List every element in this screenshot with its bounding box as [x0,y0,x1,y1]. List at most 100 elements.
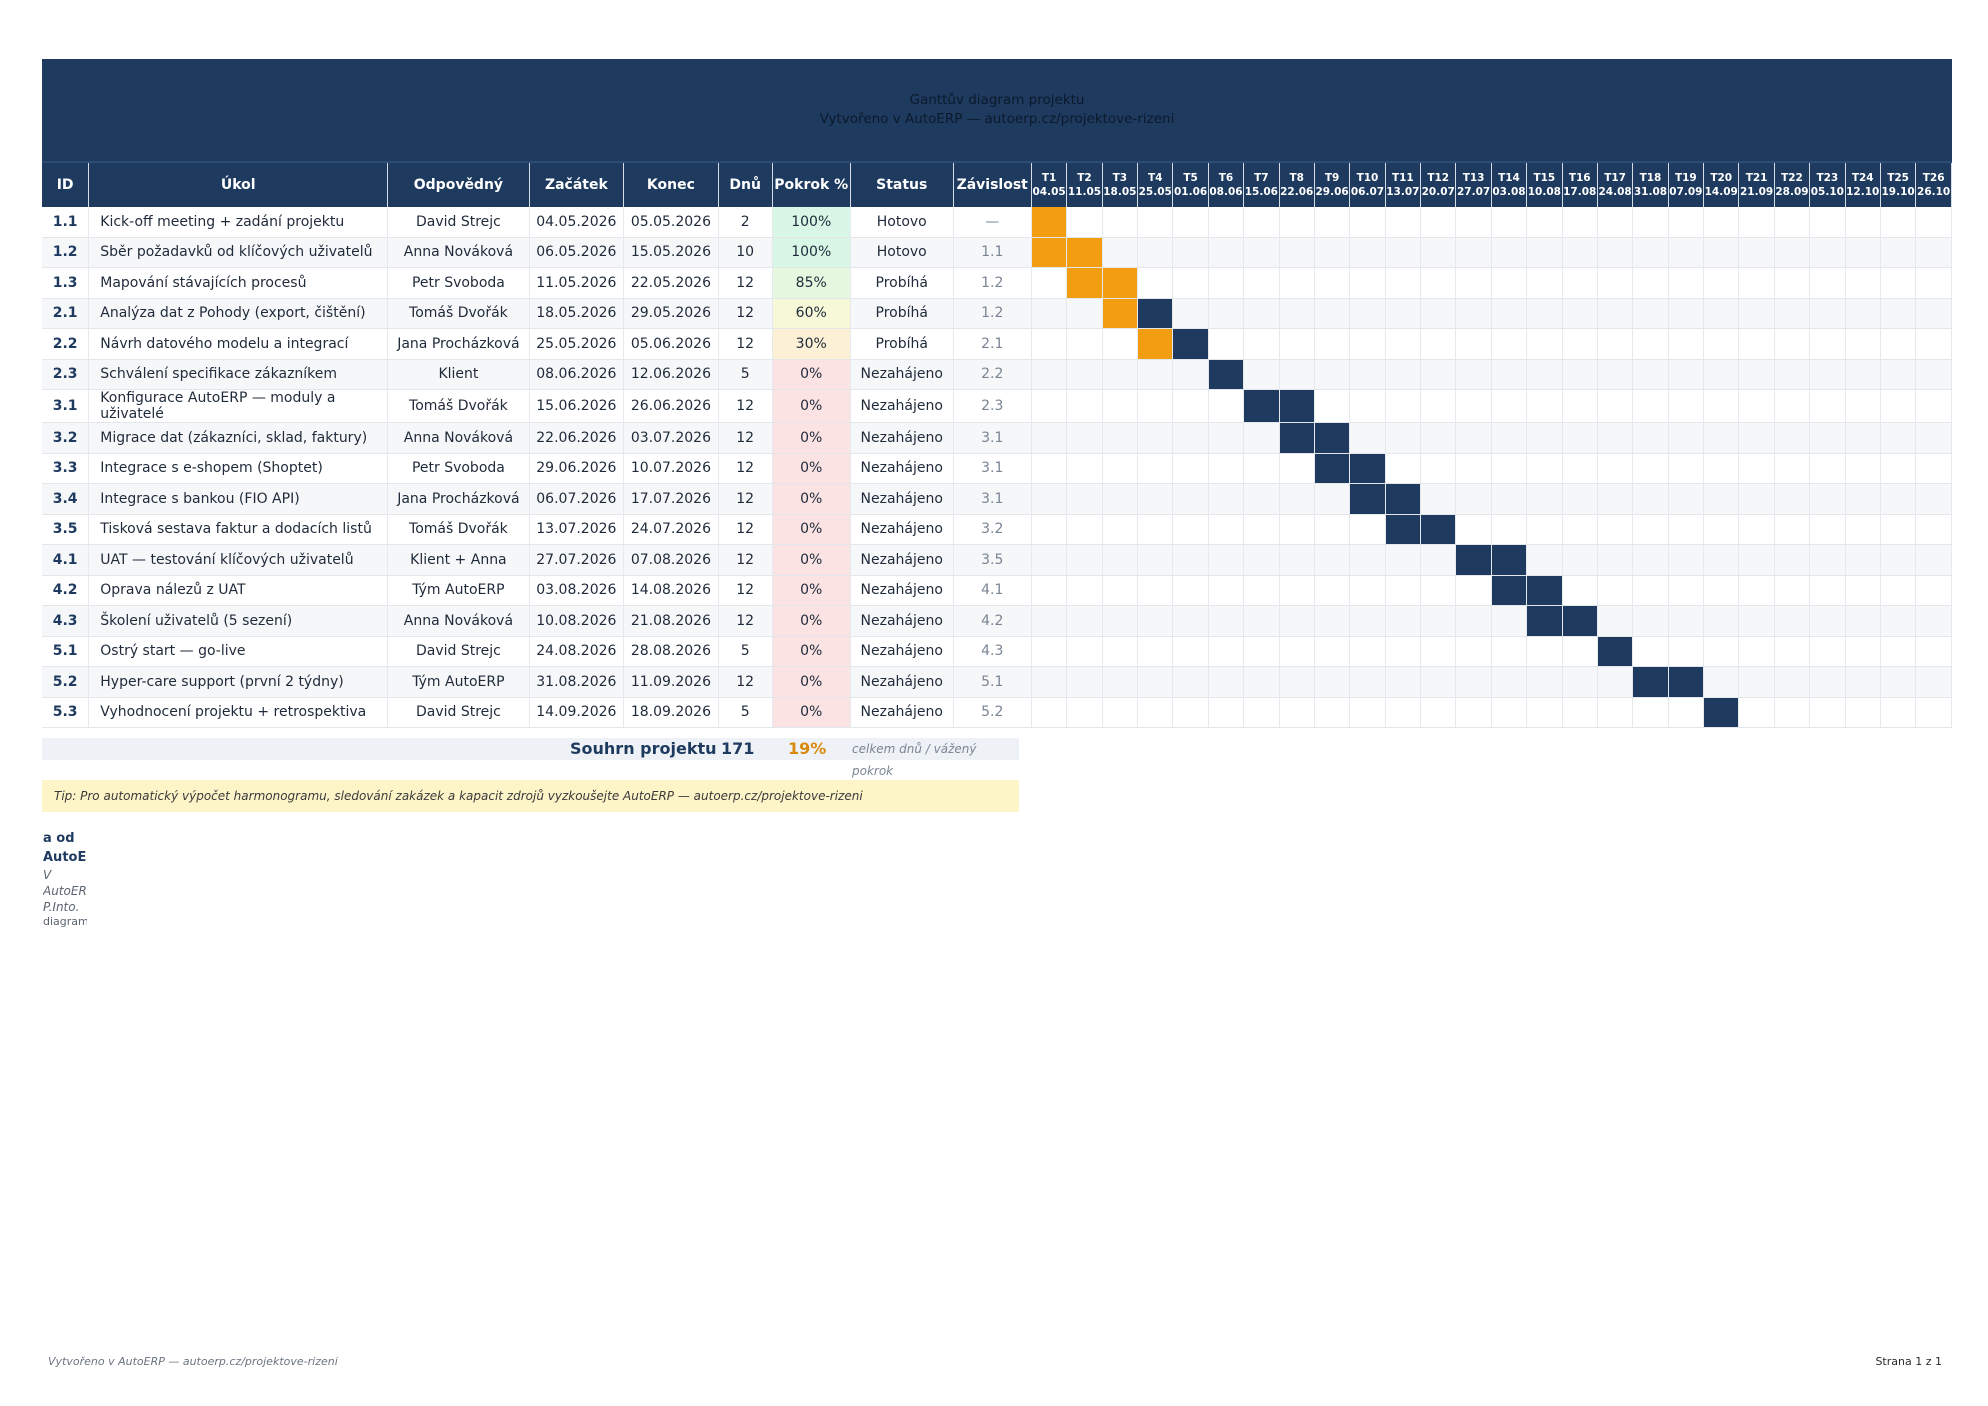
gantt-empty-cell [1562,237,1598,268]
table-row[interactable]: 1.3 Mapování stávajících procesů Petr Svob… [42,267,1952,299]
task-owner: Tomáš Dvořák [387,514,530,545]
gantt-bar-cell [1208,359,1245,390]
gantt-empty-cell [1491,389,1528,423]
gantt-empty-cell [1102,483,1139,515]
col-header-dependency[interactable]: Závislost [953,163,1032,207]
gantt-empty-cell [1703,359,1740,390]
task-name: Kick-off meeting + zadání projektu [88,207,389,238]
col-header-end[interactable]: Konec [623,163,719,207]
table-row[interactable]: 4.2 Oprava nálezů z UAT Tým AutoERP 03.08.2… [42,575,1952,606]
task-progress: 0% [772,697,851,728]
col-header-start[interactable]: Začátek [529,163,625,207]
gantt-empty-cell [1597,697,1634,728]
gantt-empty-cell [1172,666,1209,698]
table-row[interactable]: 3.3 Integrace s e-shopem (Shoptet) Petr Sv… [42,453,1952,484]
task-owner: Tým AutoERP [387,575,530,606]
gantt-empty-cell [1420,422,1457,454]
task-status: Nezahájeno [850,575,954,606]
col-header-days[interactable]: Dnů [718,163,773,207]
gantt-empty-cell [1349,666,1386,698]
week-label: T13 [1462,172,1485,184]
gantt-empty-cell [1491,605,1528,637]
gantt-empty-cell [1632,422,1669,454]
gantt-empty-cell [1880,422,1917,454]
week-label: T12 [1427,172,1450,184]
gantt-empty-cell [1632,267,1669,299]
gantt-empty-cell [1738,328,1775,360]
col-header-owner[interactable]: Odpovědný [387,163,530,207]
table-row[interactable]: 5.1 Ostrý start — go-live David Strejc 24.0… [42,636,1952,667]
gantt-empty-cell [1455,514,1492,545]
gantt-empty-cell [1526,483,1563,515]
table-row[interactable]: 4.1 UAT — testování klíčových uživatelů Kl… [42,544,1952,576]
table-row[interactable]: 3.4 Integrace s bankou (FIO API) Jana Proc… [42,483,1952,515]
gantt-empty-cell [1243,359,1280,390]
table-row[interactable]: 3.1 Konfigurace AutoERP — moduly a uživat… [42,389,1952,423]
gantt-empty-cell [1703,636,1740,667]
gantt-empty-cell [1845,267,1881,299]
gantt-empty-cell [1455,453,1492,484]
week-date: 28.09 [1775,186,1809,198]
gantt-bar-cell [1137,298,1174,329]
task-id: 4.1 [42,544,90,576]
gantt-empty-cell [1243,298,1280,329]
week-header: T8 22.06 [1279,163,1315,207]
gantt-empty-cell [1809,697,1846,728]
gantt-empty-cell [1562,267,1598,299]
task-progress: 0% [772,453,851,484]
week-label: T25 [1887,172,1909,184]
task-end: 24.07.2026 [623,514,719,545]
gantt-empty-cell [1137,575,1174,606]
task-owner: Tomáš Dvořák [387,298,530,329]
table-row[interactable]: 5.3 Vyhodnocení projektu + retrospektiva D… [42,697,1952,728]
week-label: T14 [1498,172,1520,184]
gantt-empty-cell [1420,267,1457,299]
task-dependency: 3.1 [953,483,1032,515]
gantt-empty-cell [1066,207,1103,238]
gantt-empty-cell [1915,483,1952,515]
gantt-empty-cell [1738,514,1775,545]
col-header-progress[interactable]: Pokrok % [772,163,851,207]
task-start: 14.09.2026 [529,697,625,728]
task-owner: Anna Nováková [387,605,530,637]
table-row[interactable]: 1.2 Sběr požadavků od klíčových uživatelů… [42,237,1952,268]
gantt-empty-cell [1880,453,1917,484]
gantt-empty-cell [1420,666,1457,698]
gantt-empty-cell [1491,207,1528,238]
week-date: 05.10 [1810,186,1844,198]
table-row[interactable]: 3.2 Migrace dat (zákazníci, sklad, faktur… [42,422,1952,454]
table-row[interactable]: 2.3 Schválení specifikace zákazníkem Klien… [42,359,1952,390]
gantt-empty-cell [1314,237,1351,268]
table-row[interactable]: 2.2 Návrh datového modelu a integrací Jana… [42,328,1952,360]
table-row[interactable]: 2.1 Analýza dat z Pohody (export, čištění… [42,298,1952,329]
table-row[interactable]: 4.3 Školení uživatelů (5 sezení) Anna Nová… [42,605,1952,637]
col-header-task[interactable]: Úkol [88,163,389,207]
gantt-empty-cell [1703,483,1740,515]
gantt-empty-cell [1102,636,1139,667]
gantt-empty-cell [1420,483,1457,515]
gantt-empty-cell [1562,636,1598,667]
gantt-empty-cell [1809,237,1846,268]
week-header: T18 31.08 [1632,163,1669,207]
gantt-empty-cell [1703,666,1740,698]
task-id: 3.3 [42,453,90,484]
table-row[interactable]: 5.2 Hyper-care support (první 2 týdny) Tým… [42,666,1952,698]
gantt-empty-cell [1349,267,1386,299]
side-line-1: a od [43,831,75,846]
task-end: 28.08.2026 [623,636,719,667]
task-start: 25.05.2026 [529,328,625,360]
gantt-empty-cell [1137,636,1174,667]
table-row[interactable]: 1.1 Kick-off meeting + zadání projektu Dav… [42,207,1952,238]
gantt-empty-cell [1668,605,1705,637]
title-banner: Ganttův diagram projektu Vytvořeno v Aut… [42,59,1952,163]
gantt-empty-cell [1137,237,1174,268]
col-header-status[interactable]: Status [850,163,954,207]
task-days: 12 [718,483,773,515]
task-end: 12.06.2026 [623,359,719,390]
col-header-id[interactable]: ID [42,163,90,207]
task-dependency: 3.1 [953,422,1032,454]
task-progress: 0% [772,605,851,637]
table-row[interactable]: 3.5 Tisková sestava faktur a dodacích lis… [42,514,1952,545]
gantt-empty-cell [1349,328,1386,360]
gantt-empty-cell [1915,389,1952,423]
